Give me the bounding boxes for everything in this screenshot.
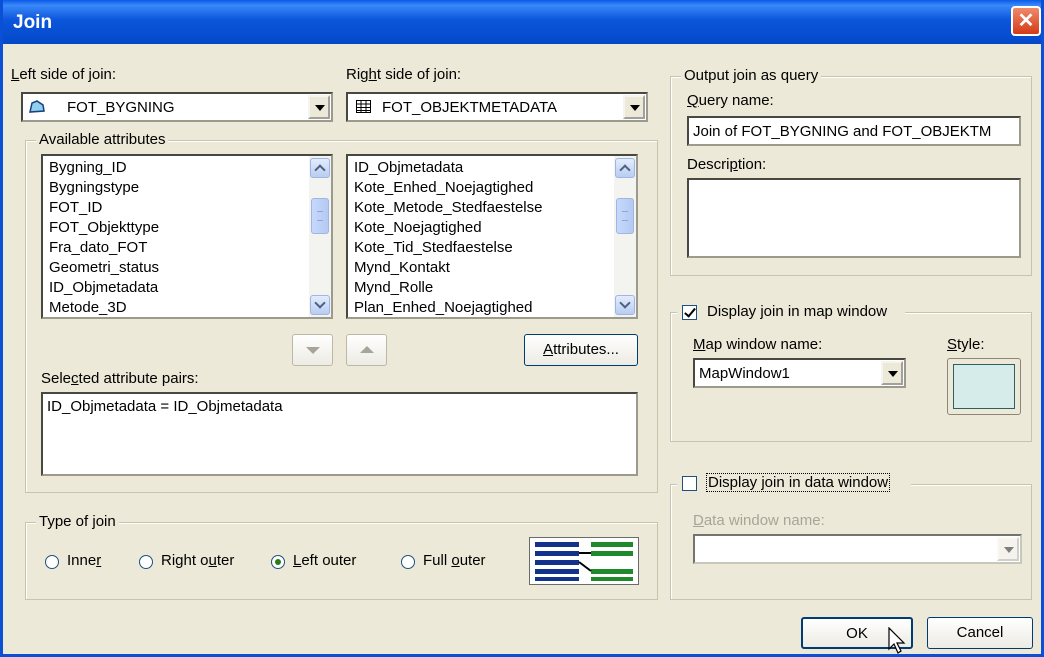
scroll-down-button[interactable]	[310, 295, 330, 315]
remove-pair-button[interactable]	[292, 334, 333, 366]
chevron-down-icon[interactable]	[308, 95, 330, 119]
data-window-checkbox-label[interactable]: Display join in data window	[705, 473, 891, 492]
list-item[interactable]: Mynd_Kontakt	[348, 258, 636, 278]
list-item[interactable]: ID_Objmetadata	[43, 278, 331, 298]
description-label: Description:	[687, 156, 767, 173]
mouse-pointer-icon	[888, 627, 906, 654]
data-window-select[interactable]	[693, 534, 1022, 564]
selected-pairs-label: Selected attribute pairs:	[41, 370, 199, 387]
list-item[interactable]: Fra_dato_FOT	[43, 238, 331, 258]
arrow-down-icon	[305, 347, 320, 354]
query-name-field[interactable]: Join of FOT_BYGNING and FOT_OBJEKTM	[687, 116, 1021, 146]
map-checkbox-row[interactable]: Display join in map window	[677, 301, 905, 323]
ok-button-label: OK	[846, 625, 868, 642]
radio-right-outer-label[interactable]: Right outer	[161, 552, 234, 569]
map-window-select[interactable]: MapWindow1	[693, 358, 906, 388]
window-title: Join	[13, 12, 53, 33]
attributes-button[interactable]: Attributes...	[524, 334, 638, 366]
list-item[interactable]: Metode_3D	[43, 298, 331, 317]
title-bar[interactable]: Join ✕	[3, 0, 1041, 44]
scroll-up-button[interactable]	[615, 158, 635, 178]
left-side-label: Left side of join:	[11, 66, 117, 83]
right-table-select[interactable]: FOT_OBJEKTMETADATA	[346, 92, 648, 122]
style-label: Style:	[947, 336, 985, 353]
list-item[interactable]: Geometri_status	[43, 258, 331, 278]
style-button[interactable]	[947, 358, 1021, 415]
left-attributes-list[interactable]: Bygning_ID Bygningstype FOT_ID FOT_Objek…	[41, 154, 333, 319]
left-table-select[interactable]: FOT_BYGNING	[21, 92, 333, 122]
list-item[interactable]: Kote_Tid_Stedfaestelse	[348, 238, 636, 258]
list-item[interactable]: Kote_Noejagtighed	[348, 218, 636, 238]
scroll-up-button[interactable]	[310, 158, 330, 178]
query-name-value: Join of FOT_BYGNING and FOT_OBJEKTM	[693, 123, 992, 140]
available-attributes-legend: Available attributes	[36, 131, 169, 148]
table-icon	[356, 100, 371, 113]
left-list-scrollbar[interactable]	[309, 156, 331, 317]
radio-full-outer-label[interactable]: Full outer	[423, 552, 486, 569]
polygon-layer-icon	[29, 100, 45, 113]
radio-left-outer-label[interactable]: Left outer	[293, 552, 356, 569]
data-window-name-label: Data window name:	[693, 512, 825, 529]
right-table-value: FOT_OBJEKTMETADATA	[382, 99, 558, 116]
list-item[interactable]: Kote_Metode_Stedfaestelse	[348, 198, 636, 218]
style-preview-swatch	[953, 364, 1015, 409]
cancel-button[interactable]: Cancel	[927, 617, 1033, 649]
list-item[interactable]: Bygning_ID	[43, 158, 331, 178]
right-list-scrollbar[interactable]	[614, 156, 636, 317]
output-query-legend: Output join as query	[681, 67, 822, 84]
radio-right-outer[interactable]	[139, 555, 153, 569]
selected-pairs-list[interactable]: ID_Objmetadata = ID_Objmetadata	[41, 392, 638, 476]
cancel-button-label: Cancel	[956, 624, 1004, 641]
scroll-thumb[interactable]	[616, 198, 634, 234]
left-table-value: FOT_BYGNING	[67, 99, 175, 116]
list-item[interactable]: Bygningstype	[43, 178, 331, 198]
radio-inner-label[interactable]: Inner	[67, 552, 101, 569]
data-checkbox-row[interactable]: Display join in data window	[677, 472, 911, 494]
scroll-down-button[interactable]	[615, 295, 635, 315]
join-dialog: Join ✕ Left side of join: FOT_BYGNING Ri…	[0, 0, 1044, 657]
data-window-checkbox[interactable]	[682, 476, 697, 491]
join-type-legend: Type of join	[36, 513, 119, 530]
close-button[interactable]: ✕	[1011, 6, 1041, 36]
map-window-checkbox-label[interactable]: Display join in map window	[707, 303, 887, 320]
map-window-checkbox[interactable]	[682, 305, 697, 320]
list-item[interactable]: Plan_Enhed_Noejagtighed	[348, 298, 636, 317]
map-window-value: MapWindow1	[699, 365, 790, 382]
right-side-label: Right side of join:	[346, 66, 462, 83]
description-field[interactable]	[687, 178, 1021, 258]
list-item[interactable]: FOT_ID	[43, 198, 331, 218]
join-diagram-icon	[529, 537, 639, 585]
add-pair-button[interactable]	[346, 334, 387, 366]
radio-full-outer[interactable]	[401, 555, 415, 569]
arrow-up-icon	[359, 346, 374, 353]
radio-inner[interactable]	[45, 555, 59, 569]
chevron-down-icon[interactable]	[623, 95, 645, 119]
list-item[interactable]: Mynd_Rolle	[348, 278, 636, 298]
list-item[interactable]: Kote_Enhed_Noejagtighed	[348, 178, 636, 198]
scroll-thumb[interactable]	[311, 198, 329, 234]
list-item[interactable]: FOT_Objekttype	[43, 218, 331, 238]
list-item[interactable]: ID_Objmetadata = ID_Objmetadata	[43, 394, 636, 419]
list-item[interactable]: ID_Objmetadata	[348, 158, 636, 178]
chevron-down-icon[interactable]	[881, 361, 903, 385]
right-attributes-list[interactable]: ID_Objmetadata Kote_Enhed_Noejagtighed K…	[346, 154, 638, 319]
radio-left-outer[interactable]	[271, 555, 285, 569]
query-name-label: Query name:	[687, 92, 774, 109]
map-window-name-label: Map window name:	[693, 336, 823, 353]
chevron-down-icon[interactable]	[997, 537, 1019, 561]
